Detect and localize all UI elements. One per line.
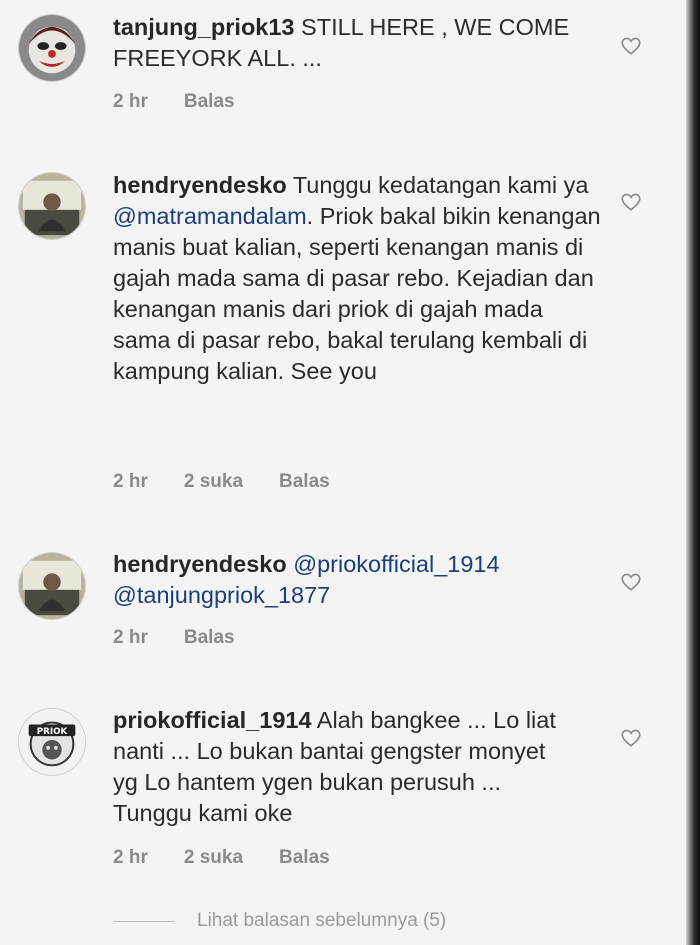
reply-button[interactable]: Balas: [279, 471, 330, 493]
comment-meta: 2 hr 2 suka Balas: [113, 471, 366, 493]
mention-link[interactable]: @tanjungpriok_1877: [113, 582, 330, 608]
comment-text: hendryendesko Tunggu kedatangan kami ya …: [113, 170, 603, 387]
comment-text: hendryendesko @priokofficial_1914 @tanju…: [113, 549, 603, 611]
reply-button[interactable]: Balas: [184, 91, 235, 113]
mention-link[interactable]: @matramandalam: [113, 203, 307, 229]
svg-text:PRIOK: PRIOK: [37, 727, 69, 737]
reply-button[interactable]: Balas: [279, 847, 330, 869]
comment-time: 2 hr: [113, 471, 148, 492]
comment-meta: 2 hr Balas: [113, 91, 271, 113]
comment-text: priokofficial_1914 Alah bangkee ... Lo l…: [113, 705, 563, 829]
view-previous-replies[interactable]: Lihat balasan sebelumnya (5): [113, 910, 573, 940]
like-heart-icon[interactable]: [620, 35, 642, 57]
comment-username[interactable]: priokofficial_1914: [113, 707, 312, 733]
comment-username[interactable]: hendryendesko: [113, 551, 287, 577]
comment-meta: 2 hr 2 suka Balas: [113, 847, 366, 869]
divider-line: [113, 921, 175, 922]
mention-link[interactable]: @priokofficial_1914: [293, 551, 499, 577]
comment-text: tanjung_priok13 STILL HERE , WE COME FRE…: [113, 12, 583, 74]
like-heart-icon[interactable]: [620, 571, 642, 593]
likes-count[interactable]: 2 suka: [184, 471, 243, 493]
clown-avatar-icon[interactable]: [18, 14, 86, 82]
person-photo-avatar-icon[interactable]: [18, 172, 86, 240]
screen-edge: [686, 0, 700, 945]
comment-username[interactable]: hendryendesko: [113, 172, 287, 198]
comment-time: 2 hr: [113, 847, 148, 868]
like-heart-icon[interactable]: [620, 191, 642, 213]
reply-button[interactable]: Balas: [184, 627, 235, 649]
priok-logo-avatar-icon[interactable]: PRIOK: [18, 708, 86, 776]
person-photo-avatar-icon[interactable]: [18, 552, 86, 620]
view-previous-replies-label[interactable]: Lihat balasan sebelumnya (5): [197, 910, 446, 932]
like-heart-icon[interactable]: [620, 727, 642, 749]
likes-count[interactable]: 2 suka: [184, 847, 243, 869]
comment-meta: 2 hr Balas: [113, 627, 271, 649]
comment-time: 2 hr: [113, 627, 148, 648]
comment-time: 2 hr: [113, 91, 148, 112]
comment-body: Tunggu kedatangan kami ya: [292, 172, 589, 198]
comment-username[interactable]: tanjung_priok13: [113, 14, 295, 40]
comment-body: . Priok bakal bikin kenangan manis buat …: [113, 203, 601, 384]
